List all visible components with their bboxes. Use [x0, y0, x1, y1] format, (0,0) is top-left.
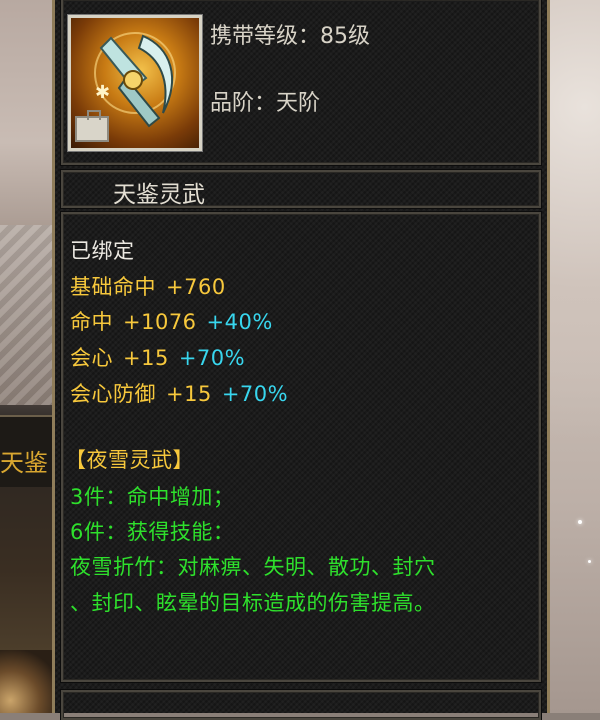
stat-row: 基础命中 +760 — [70, 271, 226, 301]
set-bonus-3: 3件：命中增加； — [70, 485, 235, 509]
stat-bonus: +70% — [178, 346, 246, 370]
stat-row: 会心 +15 +70% — [70, 342, 245, 372]
stat-bonus: +70% — [221, 382, 289, 406]
stat-label: 命中 — [70, 310, 113, 334]
svg-text:✱: ✱ — [95, 82, 110, 103]
stat-row: 命中 +1076 +40% — [70, 306, 273, 336]
sparkle — [578, 520, 582, 524]
carry-level: 携带等级：85级 — [210, 24, 370, 49]
item-grade: 品阶：天阶 — [210, 91, 321, 116]
lock-icon — [75, 110, 109, 142]
set-title: 【夜雪灵武】 — [65, 448, 194, 472]
stat-label: 会心 — [70, 346, 113, 370]
background-window-title: 天鉴 — [0, 449, 48, 477]
background-scene-right — [548, 0, 600, 713]
stat-value: +760 — [166, 275, 226, 299]
sparkle — [588, 560, 591, 563]
set-skill-desc-line2: 、封印、眩晕的目标造成的伤害提高。 — [70, 591, 436, 615]
bound-status: 已绑定 — [70, 239, 135, 263]
stat-label: 会心防御 — [70, 382, 156, 406]
stat-label: 基础命中 — [70, 275, 156, 299]
stat-bonus: +40% — [206, 310, 273, 334]
set-bonus-6: 6件：获得技能： — [70, 520, 235, 544]
stat-value: +1076 — [123, 310, 197, 334]
item-name: 天鉴灵武 — [113, 182, 205, 208]
item-icon-frame: ✱ — [67, 14, 203, 152]
set-skill-desc-line1: 夜雪折竹：对麻痹、失明、散功、封穴 — [70, 555, 436, 579]
stat-value: +15 — [166, 382, 212, 406]
stat-value: +15 — [123, 346, 169, 370]
background-character — [0, 650, 52, 713]
spirit-weapon-icon: ✱ — [71, 18, 199, 148]
stone-wall — [0, 225, 52, 405]
background-scene-left: 天鉴 — [0, 0, 52, 713]
stat-row: 会心防御 +15 +70% — [70, 378, 288, 408]
item-tooltip: ✱ 携带等级：85级 品阶：天阶 天鉴灵武 已绑定 基础命中 +760 命中 +10… — [52, 0, 550, 720]
tooltip-footer-box — [60, 689, 542, 720]
